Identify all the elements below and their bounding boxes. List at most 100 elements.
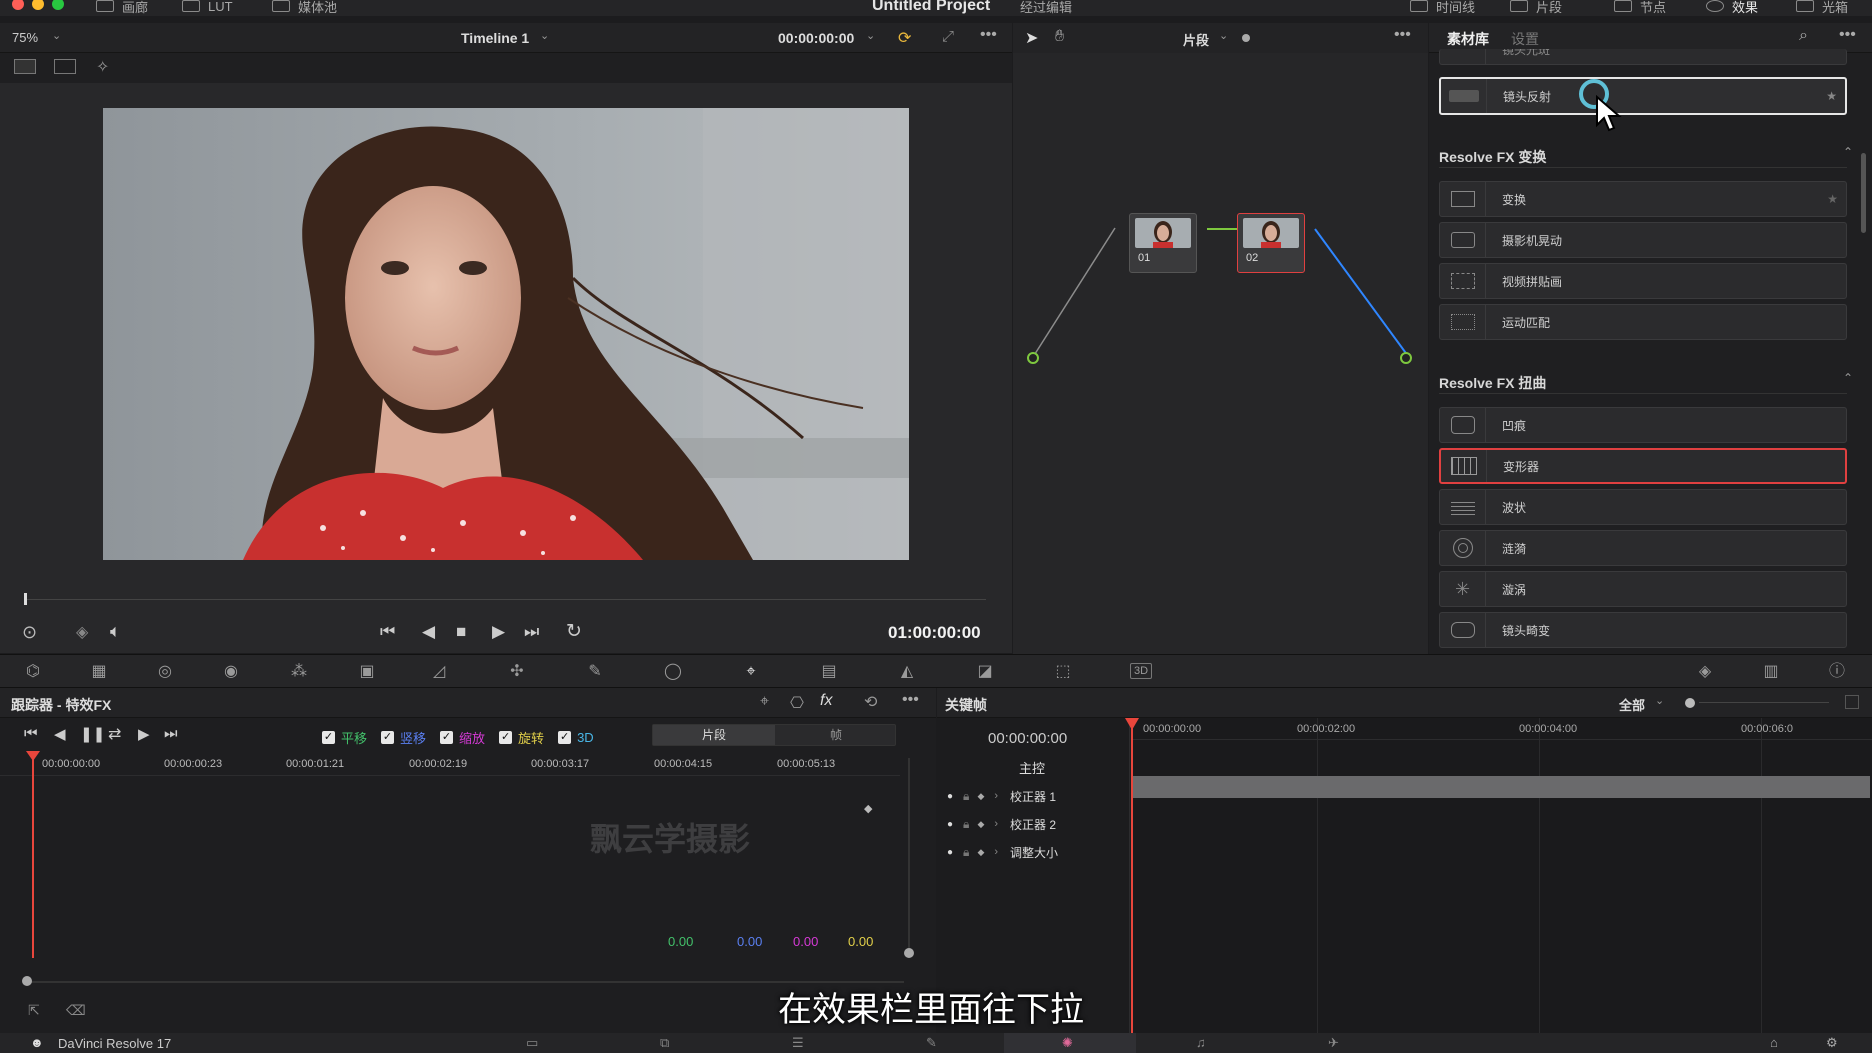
zoom-window-icon[interactable]: [52, 0, 64, 10]
keyframes-icon[interactable]: ◈: [1694, 663, 1716, 681]
timeline-select[interactable]: Timeline 1: [461, 30, 529, 46]
key-icon[interactable]: ◪: [974, 663, 996, 681]
sizing-icon[interactable]: ⬚: [1052, 663, 1074, 681]
chevron-down-icon[interactable]: ⌄: [540, 29, 549, 42]
track-row[interactable]: ● 🔒︎ ◆ › 校正器 1: [937, 784, 1130, 808]
lock-icon[interactable]: 🔒︎: [963, 817, 969, 832]
go-to-start-icon[interactable]: ⏮︎: [380, 622, 395, 642]
rotate-checkbox[interactable]: ✓: [499, 731, 513, 744]
camera-raw-icon[interactable]: ⌬: [22, 663, 44, 681]
lightbox-toggle[interactable]: 光箱: [1796, 0, 1848, 15]
scopes-icon[interactable]: ▥: [1760, 663, 1782, 681]
home-icon[interactable]: ⌂: [1770, 1035, 1778, 1050]
fx-item-ripples[interactable]: 涟漪: [1439, 530, 1847, 566]
blur-icon[interactable]: ◭: [896, 663, 918, 681]
keyframe-diamond-icon[interactable]: ◆: [977, 819, 984, 830]
viewer-scrubber[interactable]: [0, 584, 1012, 614]
tracker-icon[interactable]: ⌖: [740, 663, 762, 681]
tilt-checkbox[interactable]: ✓: [381, 731, 395, 744]
more-options-icon[interactable]: •••: [1839, 26, 1856, 44]
search-icon[interactable]: ⌕: [1799, 27, 1808, 45]
expand-icon[interactable]: [1845, 695, 1859, 709]
target-icon[interactable]: ⌖: [760, 693, 769, 711]
magic-wand-icon[interactable]: ✧: [96, 57, 109, 77]
3d-checkbox[interactable]: ✓: [558, 731, 572, 744]
track-pause-icon[interactable]: ❚❚: [80, 725, 105, 743]
minimize-window-icon[interactable]: [32, 0, 44, 10]
favorite-star-icon[interactable]: ★: [1827, 192, 1838, 206]
node-graph[interactable]: 01 02: [1013, 53, 1428, 654]
tracker-playhead[interactable]: [32, 758, 34, 958]
volume-icon[interactable]: 🔈︎: [110, 621, 121, 642]
fx-item-vortex[interactable]: ✳ 漩涡: [1439, 571, 1847, 607]
fx-icon[interactable]: fx: [820, 692, 832, 710]
fx-item-lens-reflections[interactable]: 镜头反射 ★: [1439, 77, 1847, 115]
pan-checkbox[interactable]: ✓: [322, 731, 335, 744]
node-mode-select[interactable]: 片段: [1183, 30, 1209, 49]
master-track-bar[interactable]: [1131, 776, 1870, 798]
clip-mode-button[interactable]: 片段: [653, 725, 775, 745]
chevron-down-icon[interactable]: ⌄: [1655, 694, 1664, 707]
collapse-icon[interactable]: ⌃: [1843, 371, 1853, 385]
pointer-add-icon[interactable]: ⇱: [28, 1002, 40, 1019]
tracker-vscroll[interactable]: [908, 758, 910, 948]
sync-icon[interactable]: ⟳: [898, 28, 911, 48]
rgb-mixer-icon[interactable]: ⁂: [288, 663, 310, 681]
chevron-down-icon[interactable]: ⌄: [1219, 29, 1228, 42]
node-zoom-slider[interactable]: [1242, 34, 1250, 42]
fx-scrollbar[interactable]: [1861, 153, 1866, 233]
workspace-icon[interactable]: ⊙: [22, 622, 37, 643]
fx-item-transform[interactable]: 变换 ★: [1439, 181, 1847, 217]
video-frame[interactable]: [103, 108, 909, 560]
viewer-timecode[interactable]: 00:00:00:00: [778, 30, 854, 46]
track-both-icon[interactable]: ⇄: [108, 724, 121, 744]
zoom-select[interactable]: 75%: [12, 30, 38, 45]
color-page-tab[interactable]: ✺: [1004, 1033, 1136, 1053]
tracker-ruler[interactable]: 00:00:00:00 00:00:00:23 00:00:01:21 00:0…: [0, 752, 900, 776]
effects-toggle[interactable]: 效果: [1706, 0, 1758, 15]
hdr-wheels-icon[interactable]: ◉: [220, 663, 242, 681]
chevron-down-icon[interactable]: ⌄: [52, 29, 61, 42]
magic-mask-icon[interactable]: ▤: [818, 663, 840, 681]
favorite-star-icon[interactable]: ★: [1826, 89, 1837, 103]
fullscreen-icon[interactable]: ⤢: [942, 28, 954, 45]
timeline-toggle[interactable]: 时间线: [1410, 0, 1475, 15]
nodes-toggle[interactable]: 节点: [1614, 0, 1666, 15]
keyframe-diamond-icon[interactable]: ◆: [977, 791, 984, 802]
window-icon[interactable]: ◯: [662, 663, 684, 681]
expand-chevron-icon[interactable]: ›: [994, 790, 998, 802]
delete-point-icon[interactable]: ⌫: [66, 1002, 86, 1019]
fx-item-camera-shake[interactable]: 摄影机晃动: [1439, 222, 1847, 258]
gallery-button[interactable]: 画廊: [96, 0, 148, 15]
fx-item-dent[interactable]: 凹痕: [1439, 407, 1847, 443]
keyframe-playhead[interactable]: [1131, 718, 1133, 1033]
info-icon[interactable]: ⓘ: [1826, 663, 1848, 681]
collapse-icon[interactable]: ⌃: [1843, 145, 1853, 159]
color-warper-icon[interactable]: ✣: [506, 663, 528, 681]
camera-icon[interactable]: ⎔: [790, 693, 804, 713]
color-wheels-icon[interactable]: ◎: [154, 663, 176, 681]
stop-icon[interactable]: ■: [456, 622, 466, 642]
media-pool-button[interactable]: 媒体池: [272, 0, 337, 15]
node-01[interactable]: 01: [1129, 213, 1197, 273]
lock-icon[interactable]: 🔒︎: [963, 845, 969, 860]
keyframe-ruler[interactable]: 00:00:00:00 00:00:02:00 00:00:04:00 00:0…: [1131, 718, 1872, 740]
chevron-down-icon[interactable]: ⌄: [866, 29, 875, 42]
lut-button[interactable]: LUT: [182, 0, 233, 14]
more-options-icon[interactable]: •••: [902, 691, 919, 709]
visibility-dot-icon[interactable]: ●: [947, 847, 953, 858]
more-options-icon[interactable]: •••: [980, 26, 997, 44]
fx-item-warper[interactable]: 变形器: [1439, 448, 1847, 484]
close-window-icon[interactable]: [12, 0, 24, 10]
expand-chevron-icon[interactable]: ›: [994, 846, 998, 858]
fx-item-lens-distortion[interactable]: 镜头畸变: [1439, 612, 1847, 648]
deliver-page-icon[interactable]: ✈: [1328, 1035, 1339, 1051]
track-forward-icon[interactable]: ▶: [138, 725, 150, 743]
track-reverse-icon[interactable]: ◀: [54, 725, 66, 743]
reset-icon[interactable]: ⟲: [864, 692, 877, 712]
step-back-icon[interactable]: ◀: [422, 622, 435, 642]
track-forward-end-icon[interactable]: ⏭︎: [164, 725, 178, 742]
track-row[interactable]: ● 🔒︎ ◆ › 调整大小: [937, 840, 1130, 864]
expand-chevron-icon[interactable]: ›: [994, 818, 998, 830]
color-match-icon[interactable]: ▦: [88, 663, 110, 681]
